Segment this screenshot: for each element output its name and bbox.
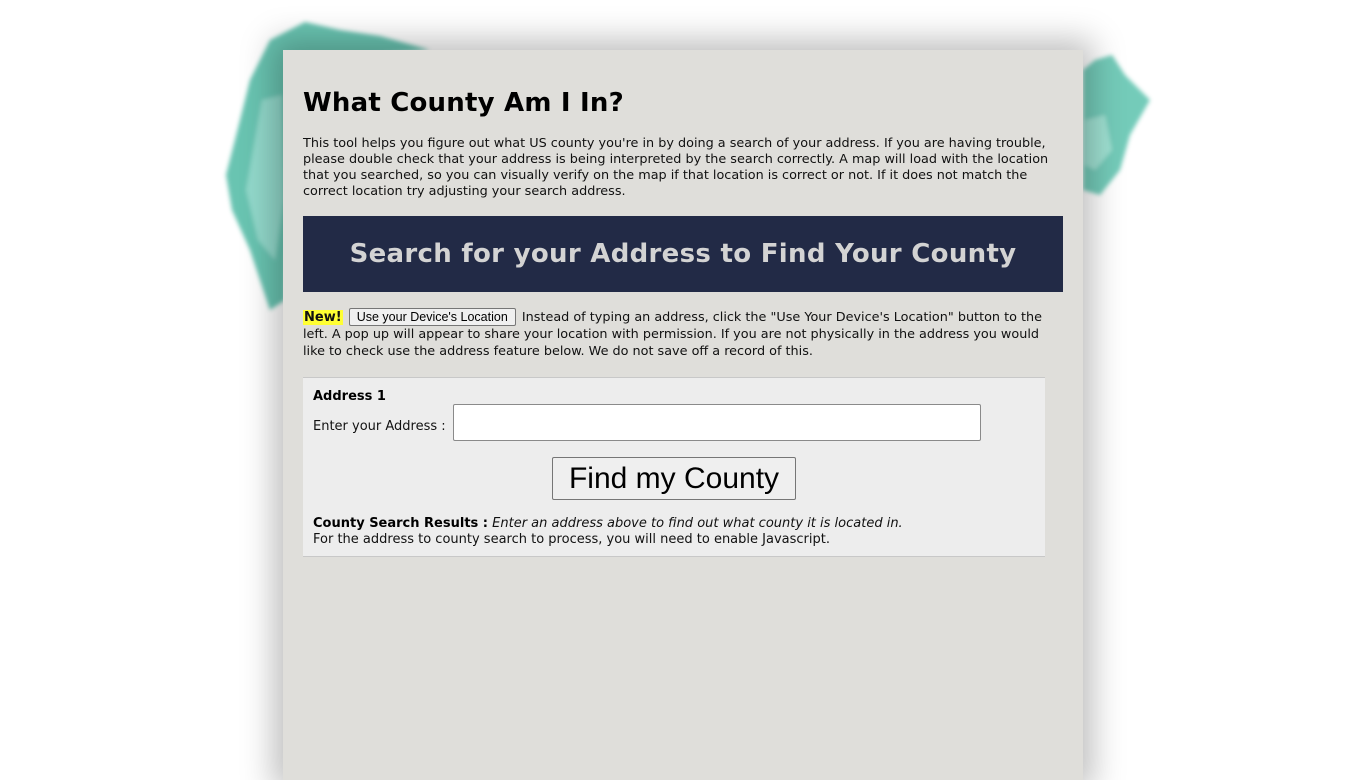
content-panel: What County Am I In? This tool helps you… [283, 50, 1083, 780]
find-my-county-button[interactable]: Find my County [552, 457, 796, 500]
banner-heading: Search for your Address to Find Your Cou… [349, 239, 1017, 269]
page-title: What County Am I In? [303, 88, 624, 118]
results-value: Enter an address above to find out what … [492, 516, 903, 531]
javascript-note: For the address to county search to proc… [313, 532, 830, 547]
address-input[interactable] [453, 404, 981, 441]
results-label: County Search Results : [313, 516, 488, 531]
device-location-section: New! Use your Device's Location Instead … [303, 308, 1063, 360]
use-device-location-button[interactable]: Use your Device's Location [348, 308, 516, 326]
search-banner: Search for your Address to Find Your Cou… [303, 216, 1063, 292]
address-form: Address 1 Enter your Address : Find my C… [303, 377, 1045, 557]
address-label: Enter your Address : [313, 419, 446, 434]
search-results: County Search Results : Enter an address… [313, 516, 903, 548]
intro-paragraph: This tool helps you figure out what US c… [303, 136, 1049, 199]
address-heading: Address 1 [313, 389, 386, 404]
new-badge: New! [303, 310, 343, 325]
